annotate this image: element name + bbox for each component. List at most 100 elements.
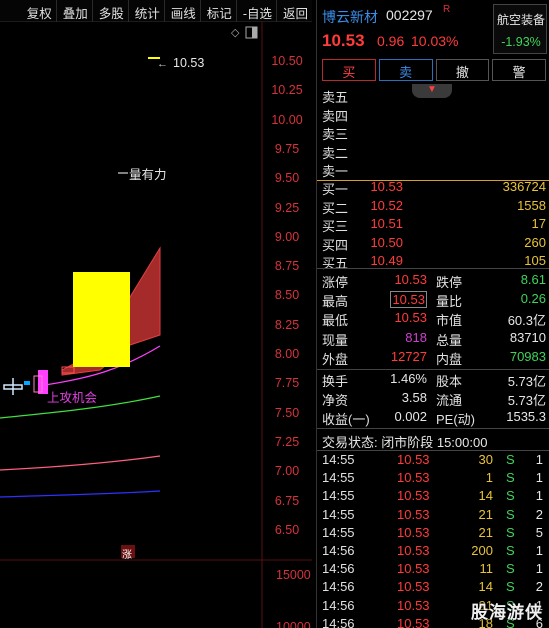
watermark: 股海游侠 [471,603,543,622]
tick-time: 14:55 [322,524,355,540]
stat-row: 最低 10.53 市值 60.3亿 [322,310,546,329]
tick-row[interactable]: 14:55 10.53 1 S 1 [322,470,546,488]
tick-volume: 1 [485,470,493,486]
tick-price: 10.53 [397,543,430,558]
tick-row[interactable]: 14:56 10.53 14 S 2 [322,579,546,597]
tick-side: S [506,579,515,595]
chart-toolbar: 复权 叠加 多股 统计 画线 标记 -自选 返回 [0,0,312,22]
bid-level-row[interactable]: 买四 10.50 260 [322,235,546,254]
quote-panel: 博云新材 002297 R 10.53 0.96 10.03% 航空装备 -1.… [316,0,549,628]
stat-label: 外盘 [322,351,349,367]
toolbar-button[interactable]: 返回 [275,0,312,22]
toolbar-button[interactable]: -自选 [235,0,276,22]
level-label: 卖一 [322,164,349,180]
stock-name[interactable]: 博云新材 [322,7,378,27]
tick-volume: 14 [478,488,493,504]
price-axis-tick: 7.00 [274,464,300,479]
stat-value: 83710 [509,329,546,345]
tick-count: 2 [535,579,543,595]
tick-volume: 21 [478,524,493,540]
price-axis-tick: 6.75 [274,493,300,508]
level-qty: 105 [524,253,546,269]
stat-label: 涨停 [322,275,349,290]
bid-level-row[interactable]: 买一 10.53 336724 [322,179,546,198]
tick-row[interactable]: 14:55 10.53 30 S 1 [322,452,546,470]
price-axis-tick: 9.00 [274,229,300,244]
level-price: 10.50 [370,234,403,250]
cancel-order-button[interactable]: 撤 [435,59,490,81]
tick-time: 14:56 [322,561,355,577]
tick-side: S [506,470,515,486]
tick-count: 1 [535,470,543,486]
ask-level-row[interactable]: 卖四 [322,106,546,125]
sell-button[interactable]: 卖 [378,59,433,81]
stats-divider [317,369,549,370]
tick-row[interactable]: 14:56 10.53 200 S 1 [322,543,546,561]
price-axis-tick: 9.50 [274,171,300,186]
price-axis-tick: 8.75 [274,259,300,274]
ask-level-row[interactable]: 卖二 [322,143,546,162]
candle-yellow-big [73,272,130,367]
book-divider [317,268,549,269]
candle-small-cyan [24,381,30,385]
tick-side: S [506,506,515,522]
bid-level-row[interactable]: 买二 10.52 1558 [322,198,546,217]
sector-box[interactable]: 航空装备 -1.93% [493,4,547,54]
stat-label: 换手 [322,374,349,389]
price-alert-button[interactable]: 警 [492,59,546,81]
tick-row[interactable]: 14:55 10.53 21 S 5 [322,525,546,543]
stat-value: 1535.3 [506,409,546,425]
toolbar-button[interactable]: 标记 [199,0,236,22]
trade-buttons: 买 卖 撤 警 [322,59,546,81]
price-axis-tick: 7.25 [274,434,300,449]
tick-count: 1 [535,488,543,504]
kline-chart-area[interactable]: 复权 叠加 多股 统计 画线 标记 -自选 返回 ◇ ← 10.53 量有力 上… [0,0,312,628]
margin-flag: R [443,4,451,15]
level-label: 买一 [322,182,349,197]
tick-price: 10.53 [397,615,430,628]
sector-change-pct: -1.93% [501,35,541,49]
high-value-label: 10.53 [173,56,205,70]
tick-volume: 11 [479,561,494,577]
chart-corner-icons[interactable]: ◇ [231,26,258,39]
ask-level-row[interactable]: 卖三 [322,124,546,143]
level-price: 10.53 [370,179,403,194]
toolbar-button[interactable]: 复权 [21,0,56,22]
stat-label: 跌停 [436,275,463,290]
tick-count: 1 [535,452,543,467]
bid-level-row[interactable]: 买三 10.51 17 [322,216,546,235]
stat-label: 最高 [322,294,349,310]
stock-code: 002297 [386,7,433,23]
buy-button[interactable]: 买 [322,59,376,81]
toolbar-button[interactable]: 多股 [91,0,128,22]
tick-price: 10.53 [397,561,430,577]
toolbar-button[interactable]: 统计 [127,0,164,22]
bid-level-row[interactable]: 买五 10.49 105 [322,253,546,272]
stat-label: 股本 [436,374,463,389]
toolbar-button[interactable]: 叠加 [55,0,92,22]
tick-side: S [506,452,515,467]
stat-value: 0.002 [394,409,427,425]
tick-row[interactable]: 14:56 10.53 11 S 1 [322,561,546,579]
diamond-icon[interactable]: ◇ [231,27,240,39]
price-axis-tick: 6.50 [274,522,300,537]
price-axis-tick: 9.75 [274,141,300,156]
price-axis-tick: 10.50 [271,54,303,68]
stat-label: 总量 [436,332,463,348]
level-label: 卖四 [322,108,349,124]
tick-price: 10.53 [397,488,430,504]
tick-side: S [506,488,515,504]
level-price: 10.51 [370,216,403,232]
stat-value: 1.46% [390,371,427,386]
tick-time: 14:55 [322,488,355,504]
price-axis-tick: 8.50 [274,288,300,303]
ask-level-row[interactable]: 卖一 [322,161,546,180]
price-axis-tick: 7.50 [274,405,300,420]
tick-row[interactable]: 14:55 10.53 14 S 1 [322,488,546,506]
ask-level-row[interactable]: 卖五 [322,87,546,106]
toolbar-button[interactable]: 画线 [163,0,200,22]
tick-price: 10.53 [397,579,430,595]
tick-row[interactable]: 14:55 10.53 21 S 2 [322,507,546,525]
stat-value: 3.58 [401,390,427,406]
stat-label: 净资 [322,393,349,409]
